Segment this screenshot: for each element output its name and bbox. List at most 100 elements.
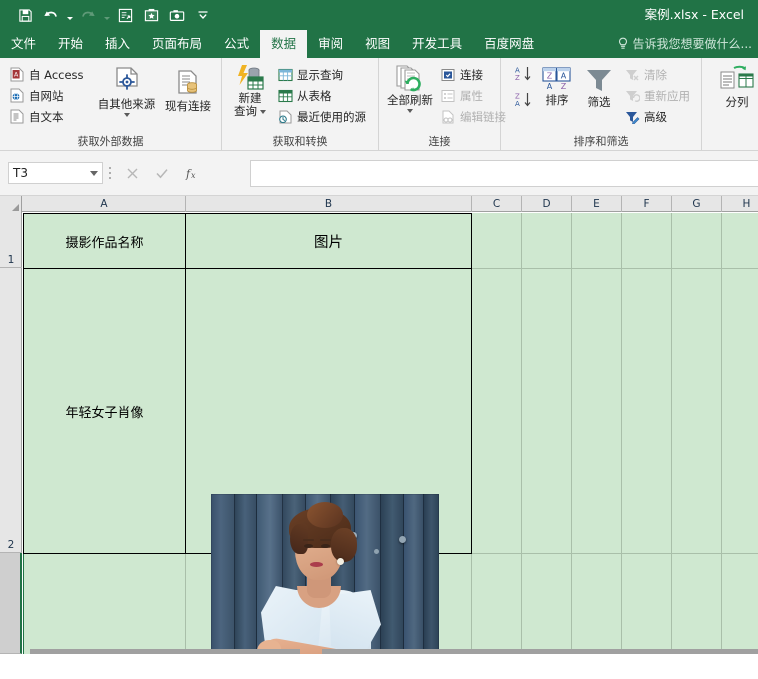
name-box-dropdown-icon[interactable] <box>90 171 98 176</box>
existing-connections-label: 现有连接 <box>165 100 211 113</box>
from-other-sources-caret-icon[interactable] <box>124 113 130 117</box>
from-access-button[interactable]: A 自 Access <box>5 64 93 85</box>
column-headers: A B C D E F G H <box>0 196 758 212</box>
sort-button[interactable]: ZAAZ 排序 <box>536 62 578 107</box>
clear-filter-button[interactable]: 清除 <box>620 64 696 85</box>
from-access-label: 自 Access <box>29 67 84 83</box>
form-icon[interactable] <box>112 3 138 27</box>
customize-qat-icon[interactable] <box>190 3 216 27</box>
existing-connections-button[interactable]: 现有连接 <box>160 62 216 113</box>
advanced-filter-button[interactable]: 高级 <box>620 106 696 127</box>
column-header-e[interactable]: E <box>572 196 622 212</box>
column-header-a[interactable]: A <box>23 196 186 212</box>
from-table-button[interactable]: 从表格 <box>273 85 373 106</box>
tab-developer[interactable]: 开发工具 <box>401 30 473 58</box>
text-to-columns-button[interactable]: 分列 <box>714 62 758 109</box>
column-header-d[interactable]: D <box>522 196 572 212</box>
enter-formula-button[interactable] <box>147 162 177 184</box>
tab-insert[interactable]: 插入 <box>94 30 141 58</box>
sort-ascending-button[interactable]: AZ <box>511 64 536 87</box>
edit-links-button[interactable]: 编辑链接 <box>436 106 502 127</box>
cell-b1[interactable]: 图片 <box>186 214 471 268</box>
new-query-caret-icon[interactable] <box>260 110 266 114</box>
from-other-sources-label: 自其他来源 <box>98 98 156 111</box>
redo-dropdown-icon[interactable] <box>101 3 112 27</box>
formula-input[interactable] <box>250 160 758 187</box>
connections-button[interactable]: 连接 <box>436 64 502 85</box>
row-header-2[interactable]: 2 <box>0 268 22 553</box>
refresh-all-button[interactable]: 全部刷新 <box>384 62 436 113</box>
refresh-all-caret-icon[interactable] <box>407 109 413 113</box>
svg-text:Z: Z <box>561 82 567 91</box>
camera-icon[interactable] <box>164 3 190 27</box>
show-queries-icon <box>277 67 293 83</box>
tab-review[interactable]: 审阅 <box>307 30 354 58</box>
redo-icon[interactable] <box>75 3 101 27</box>
tab-baidu-netdisk[interactable]: 百度网盘 <box>473 30 545 58</box>
photo-young-woman-portrait[interactable] <box>211 494 439 654</box>
name-box[interactable]: T3 <box>8 162 103 184</box>
column-header-h[interactable]: H <box>722 196 758 212</box>
edit-links-icon <box>440 109 456 125</box>
cell-a2[interactable]: 年轻女子肖像 <box>24 269 185 553</box>
ribbon-group-get-and-transform: 新建 查询 显示查询 从表格 <box>222 58 379 151</box>
svg-text:Z: Z <box>547 72 553 81</box>
recent-sources-button[interactable]: 最近使用的源 <box>273 106 373 127</box>
tab-formulas[interactable]: 公式 <box>213 30 260 58</box>
ribbon-group-sort-and-filter: AZ ZA ZAAZ 排序 筛选 <box>501 58 702 151</box>
recent-sources-label: 最近使用的源 <box>297 109 366 125</box>
tab-home[interactable]: 开始 <box>47 30 94 58</box>
from-table-label: 从表格 <box>297 88 332 104</box>
tab-view[interactable]: 视图 <box>354 30 401 58</box>
insert-function-button[interactable]: fx <box>177 162 207 184</box>
sort-az-icon: ZAAZ <box>542 64 572 94</box>
recent-sources-icon <box>277 109 293 125</box>
properties-label: 属性 <box>460 88 483 104</box>
from-web-button[interactable]: 自网站 <box>5 85 93 106</box>
show-queries-button[interactable]: 显示查询 <box>273 64 373 85</box>
new-query-button[interactable]: 新建 查询 <box>227 62 273 118</box>
from-other-sources-button[interactable]: 自其他来源 <box>93 62 160 117</box>
refresh-all-icon <box>394 64 426 94</box>
tell-me-box[interactable]: 告诉我您想要做什么... <box>617 30 752 58</box>
undo-icon[interactable] <box>38 3 64 27</box>
column-header-f[interactable]: F <box>622 196 672 212</box>
web-icon <box>9 88 25 104</box>
from-web-label: 自网站 <box>29 88 64 104</box>
filter-button[interactable]: 筛选 <box>578 62 620 109</box>
reapply-button[interactable]: 重新应用 <box>620 85 696 106</box>
row-header-3[interactable] <box>0 553 22 654</box>
sort-descending-button[interactable]: ZA <box>511 90 536 113</box>
tab-page-layout[interactable]: 页面布局 <box>141 30 213 58</box>
select-all-triangle-icon <box>12 204 19 211</box>
quick-access-toolbar <box>0 3 216 27</box>
filter-label: 筛选 <box>588 96 611 109</box>
column-header-c[interactable]: C <box>472 196 522 212</box>
sheet-canvas[interactable]: 摄影作品名称 图片 年轻女子肖像 <box>23 213 758 654</box>
properties-button[interactable]: 属性 <box>436 85 502 106</box>
from-text-button[interactable]: 自文本 <box>5 106 93 127</box>
horizontal-scrollbar-right[interactable] <box>322 649 758 654</box>
undo-dropdown-icon[interactable] <box>64 3 75 27</box>
favorite-icon[interactable] <box>138 3 164 27</box>
row-header-1[interactable]: 1 <box>0 212 22 268</box>
save-icon[interactable] <box>12 3 38 27</box>
reapply-icon <box>624 88 640 104</box>
worksheet-grid: A B C D E F G H 1 2 摄影作品名称 <box>0 196 758 654</box>
tab-data[interactable]: 数据 <box>260 30 307 58</box>
svg-text:A: A <box>547 82 553 91</box>
column-header-g[interactable]: G <box>672 196 722 212</box>
tab-file[interactable]: 文件 <box>0 30 47 58</box>
sort-label: 排序 <box>546 94 569 107</box>
ribbon-group-get-external-data: A 自 Access 自网站 自文本 <box>0 58 222 151</box>
formula-bar-grip[interactable] <box>103 162 117 184</box>
lightbulb-icon <box>617 37 629 51</box>
cell-a1[interactable]: 摄影作品名称 <box>24 214 185 268</box>
name-box-value: T3 <box>13 166 28 180</box>
column-header-b[interactable]: B <box>186 196 472 212</box>
horizontal-scrollbar-left[interactable] <box>30 649 300 654</box>
svg-text:A: A <box>561 72 567 81</box>
window-title: 案例.xlsx - Excel <box>645 0 744 30</box>
select-all-corner[interactable] <box>0 196 22 212</box>
cancel-formula-button[interactable] <box>117 162 147 184</box>
